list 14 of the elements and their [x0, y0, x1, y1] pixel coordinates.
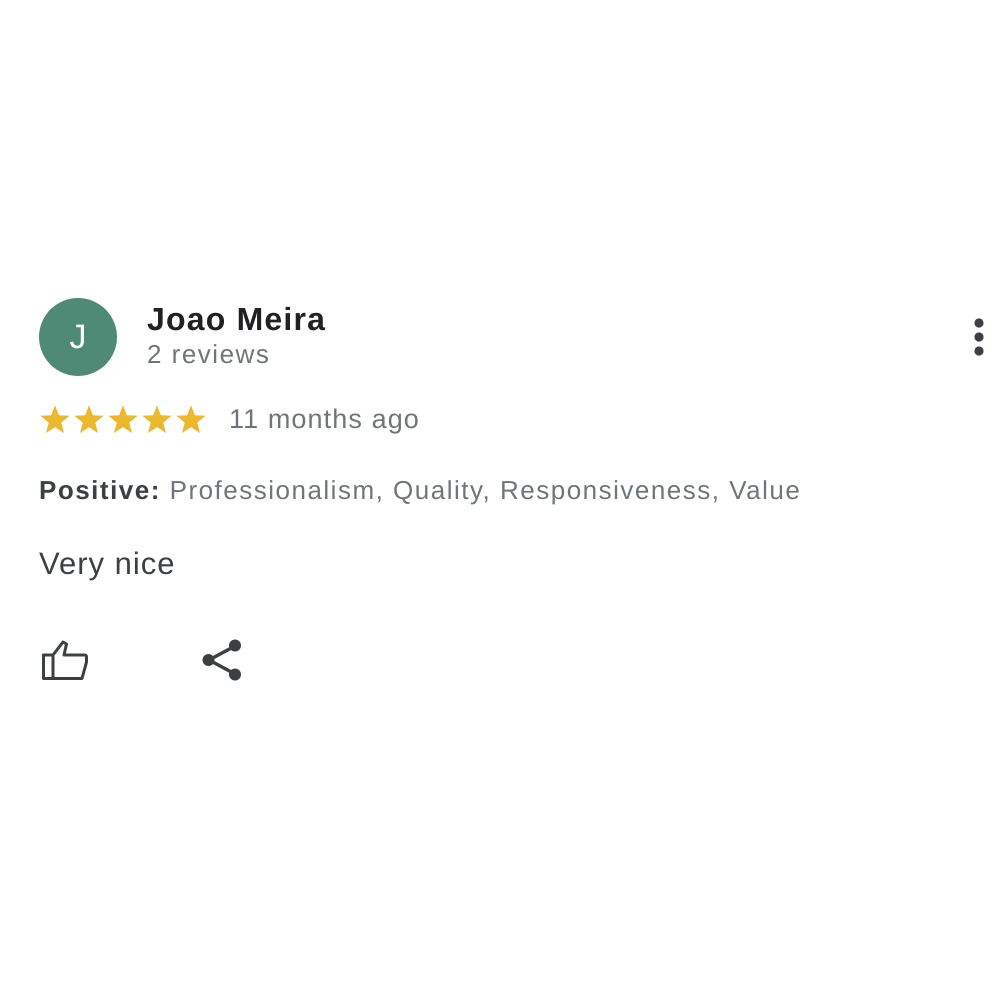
star-icon [175, 404, 207, 435]
more-options-icon[interactable] [974, 318, 984, 356]
author-name: Joao Meira [147, 301, 326, 337]
review-text: Very nice [39, 545, 176, 583]
share-icon[interactable] [202, 639, 242, 681]
review-time: 11 months ago [229, 404, 420, 435]
star-icon [73, 404, 105, 435]
review-count: 2 reviews [147, 338, 270, 371]
star-icon [39, 404, 71, 435]
review-attributes: Positive: Professionalism, Quality, Responsiveness, Value [39, 474, 802, 506]
star-icon [107, 404, 139, 435]
star-icon [141, 404, 173, 435]
avatar: J [39, 298, 117, 376]
thumbs-up-icon[interactable] [42, 640, 88, 680]
